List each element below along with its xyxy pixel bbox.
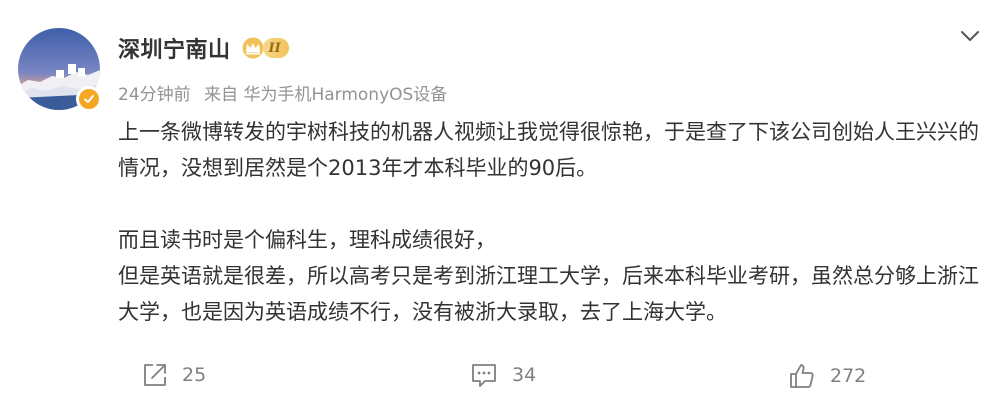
post-content: 上一条微博转发的宇树科技的机器人视频让我觉得很惊艳，于是查了下该公司创始人王兴兴… [118, 114, 980, 330]
action-bar: 25 34 272 [0, 362, 1000, 398]
thumbs-up-icon [790, 364, 814, 388]
crown-icon [242, 37, 264, 59]
repost-button[interactable]: 25 [142, 362, 206, 388]
verified-badge-icon [76, 86, 102, 112]
like-button[interactable]: 272 [788, 362, 866, 390]
like-count: 272 [830, 365, 867, 387]
post-source: 来自 华为手机HarmonyOS设备 [204, 85, 448, 105]
repost-count: 25 [182, 364, 207, 386]
chevron-down-icon [961, 31, 979, 41]
content-paragraph: 而且读书时是个偏科生，理科成绩很好， [118, 228, 496, 252]
comment-button[interactable]: 34 [470, 362, 536, 388]
more-options-button[interactable] [958, 24, 982, 48]
repost-icon [144, 364, 166, 386]
content-paragraph: 但是英语就是很差，所以高考只是考到浙江理工大学，后来本科毕业考研，虽然总分够上浙… [118, 264, 979, 324]
post-meta: 24分钟前 来自 华为手机HarmonyOS设备 [118, 80, 455, 105]
comment-count: 34 [512, 364, 537, 386]
weibo-post-card: 深圳宁南山 II 24分钟前 来自 华为手机HarmonyOS设备 上一条微博转… [0, 0, 1000, 420]
author-name[interactable]: 深圳宁南山 [118, 32, 231, 64]
post-time[interactable]: 24分钟前 [118, 85, 191, 105]
vip-badge[interactable]: II [241, 36, 289, 60]
avatar[interactable] [18, 28, 102, 112]
content-paragraph: 上一条微博转发的宇树科技的机器人视频让我觉得很惊艳，于是查了下该公司创始人王兴兴… [118, 120, 979, 180]
comment-icon [472, 364, 496, 387]
post-header: 深圳宁南山 II [118, 32, 289, 64]
vip-rank-label: II [262, 38, 289, 58]
